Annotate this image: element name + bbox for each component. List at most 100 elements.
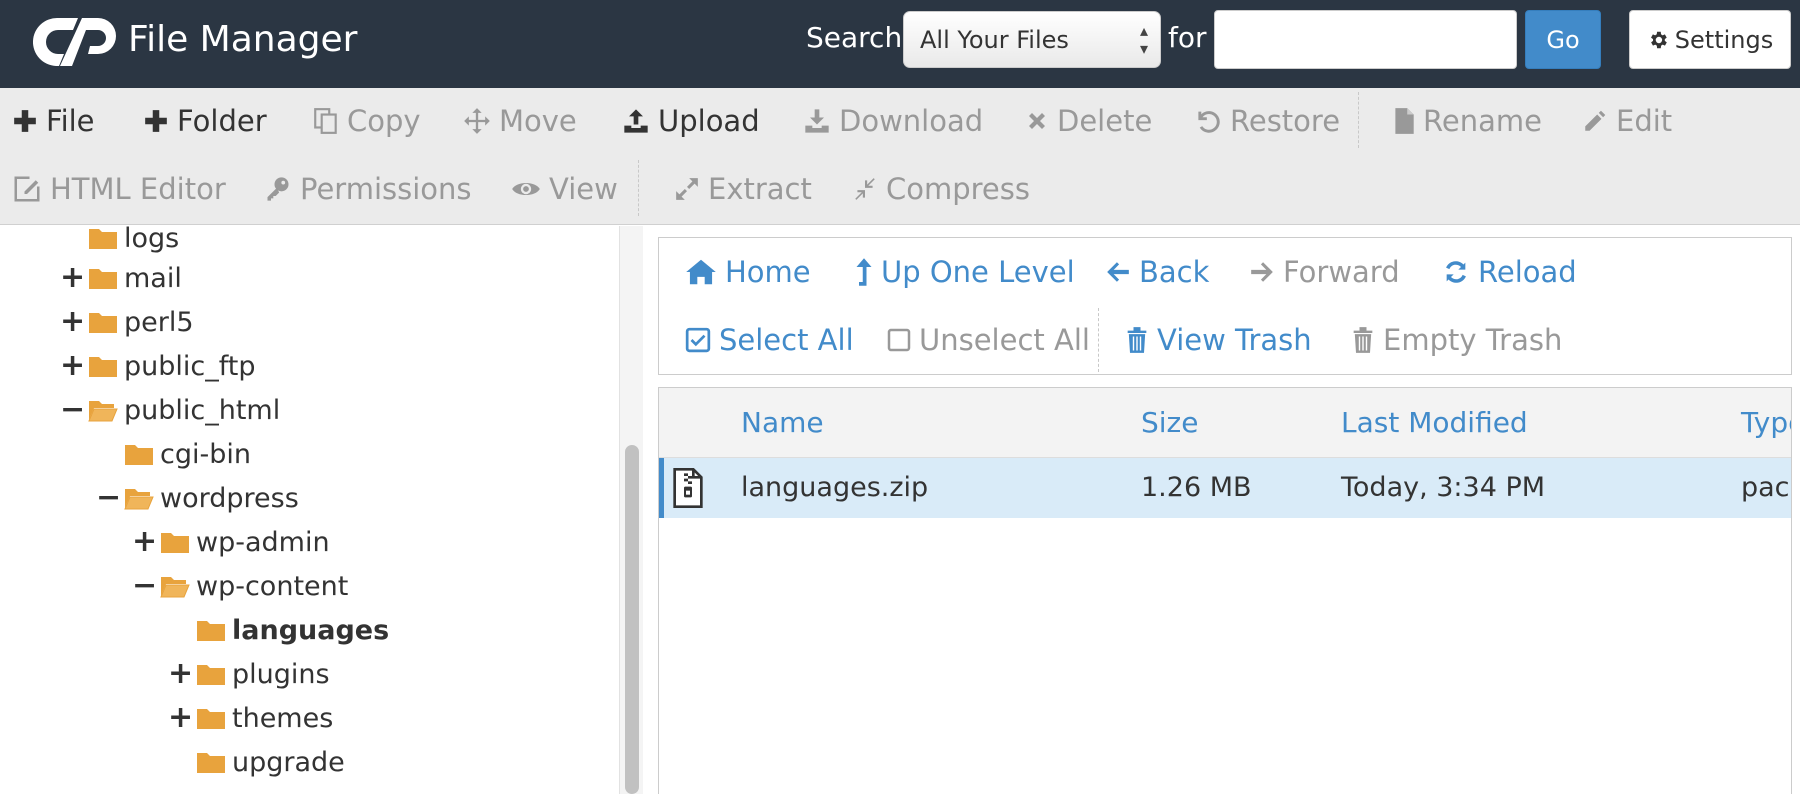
tree-toggle[interactable]: +: [168, 659, 193, 689]
eye-icon: [512, 182, 540, 196]
tree-item-wp-content[interactable]: − wp-content: [132, 566, 348, 606]
copy-icon: [314, 108, 337, 134]
column-header-name[interactable]: Name: [741, 388, 824, 458]
up-one-level-button[interactable]: Up One Level: [855, 250, 1075, 294]
tree-item-label: logs: [124, 226, 180, 254]
folder-icon: [89, 313, 117, 333]
restore-button[interactable]: Restore: [1194, 99, 1340, 143]
tree-item-perl5[interactable]: + perl5: [60, 302, 194, 342]
plus-icon: [145, 110, 167, 132]
tree-scrollbar-thumb[interactable]: [625, 445, 639, 794]
move-label: Move: [499, 104, 577, 138]
move-button[interactable]: Move: [463, 99, 577, 143]
search-scope-select[interactable]: All Your Files ▴ ▾: [903, 11, 1161, 68]
settings-label: Settings: [1674, 25, 1774, 54]
home-icon: [686, 259, 716, 285]
view-button[interactable]: View: [511, 167, 618, 211]
unselect-all-button[interactable]: Unselect All: [887, 318, 1090, 362]
folder-icon: [197, 709, 225, 729]
table-row[interactable]: languages.zip 1.26 MB Today, 3:34 PM pac…: [659, 458, 1791, 518]
upload-button[interactable]: Upload: [622, 99, 760, 143]
tree-item-label: plugins: [232, 658, 330, 690]
copy-label: Copy: [347, 104, 421, 138]
restore-label: Restore: [1230, 104, 1341, 138]
tree-item-mail[interactable]: + mail: [60, 258, 182, 298]
tree-item-label: languages: [232, 614, 390, 646]
level-up-icon: [856, 258, 872, 286]
select-all-button[interactable]: Select All: [685, 318, 854, 362]
select-all-label: Select All: [719, 323, 854, 357]
home-button[interactable]: Home: [685, 250, 811, 294]
tree-item-label: public_ftp: [124, 350, 256, 382]
tree-toggle[interactable]: +: [60, 307, 85, 337]
file-size: 1.26 MB: [1141, 472, 1252, 503]
column-header-size[interactable]: Size: [1141, 388, 1198, 458]
tree-item-cgi-bin[interactable]: cgi-bin: [96, 434, 251, 474]
view-trash-button[interactable]: View Trash: [1125, 318, 1312, 362]
column-header-last-modified[interactable]: Last Modified: [1341, 388, 1528, 458]
folder-icon: [89, 357, 117, 377]
download-icon: [805, 109, 829, 133]
reload-button[interactable]: Reload: [1442, 250, 1577, 294]
back-label: Back: [1139, 255, 1210, 289]
permissions-label: Permissions: [300, 172, 472, 206]
select-arrows-icon: ▴ ▾: [1139, 20, 1148, 58]
tree-item-label: cgi-bin: [160, 438, 251, 470]
toolbar-separator: [1358, 92, 1359, 148]
tree-item-public-ftp[interactable]: + public_ftp: [60, 346, 256, 386]
compress-button[interactable]: Compress: [852, 167, 1030, 211]
forward-button[interactable]: Forward: [1249, 250, 1400, 294]
tree-toggle[interactable]: −: [96, 483, 121, 513]
upload-label: Upload: [658, 104, 760, 138]
column-header-type[interactable]: Type: [1741, 388, 1791, 458]
new-folder-button[interactable]: Folder: [143, 99, 267, 143]
expand-icon: [676, 178, 698, 200]
tree-item-logs[interactable]: logs: [60, 226, 179, 258]
folder-open-icon: [124, 489, 154, 510]
tree-toggle[interactable]: +: [60, 263, 85, 293]
settings-button[interactable]: Settings: [1629, 10, 1791, 69]
folder-icon: [197, 753, 225, 773]
forward-label: Forward: [1283, 255, 1400, 289]
checkbox-checked-icon: [685, 327, 711, 353]
app-title: File Manager: [128, 19, 358, 60]
tree-item-plugins[interactable]: + plugins: [168, 654, 330, 694]
tree-item-wordpress[interactable]: − wordpress: [96, 478, 299, 518]
new-file-button[interactable]: File: [12, 99, 95, 143]
view-label: View: [549, 172, 618, 206]
gear-icon: [1650, 31, 1667, 48]
extract-label: Extract: [708, 172, 812, 206]
download-label: Download: [839, 104, 984, 138]
search-input[interactable]: [1214, 10, 1517, 69]
tree-item-themes[interactable]: + themes: [168, 698, 333, 738]
empty-trash-button[interactable]: Empty Trash: [1351, 318, 1562, 362]
folder-icon: [161, 533, 189, 553]
edit-button[interactable]: Edit: [1582, 99, 1672, 143]
nav-separator: [1098, 308, 1099, 372]
tree-item-languages[interactable]: languages: [168, 610, 389, 650]
tree-item-upgrade[interactable]: upgrade: [168, 742, 345, 782]
tree-toggle[interactable]: +: [60, 351, 85, 381]
toolbar-separator: [638, 160, 639, 216]
undo-icon: [1198, 111, 1220, 133]
tree-toggle[interactable]: +: [132, 527, 157, 557]
tree-toggle[interactable]: −: [132, 571, 157, 601]
folder-open-icon: [160, 577, 190, 598]
permissions-button[interactable]: Permissions: [264, 167, 472, 211]
new-file-label: File: [46, 104, 95, 138]
download-button[interactable]: Download: [803, 99, 983, 143]
tree-item-wp-admin[interactable]: + wp-admin: [132, 522, 330, 562]
tree-item-label: perl5: [124, 306, 194, 338]
rename-button[interactable]: Rename: [1393, 99, 1542, 143]
tree-item-label: mail: [124, 262, 182, 294]
delete-button[interactable]: Delete: [1025, 99, 1152, 143]
copy-button[interactable]: Copy: [313, 99, 421, 143]
go-button[interactable]: Go: [1525, 10, 1601, 69]
extract-button[interactable]: Extract: [674, 167, 812, 211]
compress-icon: [855, 178, 875, 200]
tree-item-public-html[interactable]: − public_html: [60, 390, 280, 430]
tree-toggle[interactable]: +: [168, 703, 193, 733]
html-editor-button[interactable]: HTML Editor: [12, 167, 226, 211]
tree-toggle[interactable]: −: [60, 395, 85, 425]
back-button[interactable]: Back: [1105, 250, 1209, 294]
